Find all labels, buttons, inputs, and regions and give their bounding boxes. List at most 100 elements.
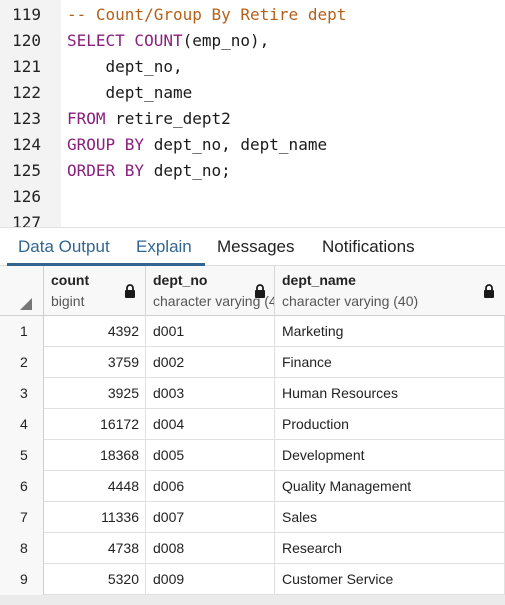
sql-keyword: GROUP BY (67, 135, 145, 154)
table-row[interactable]: 9 5320 d009 Customer Service (0, 564, 505, 595)
code-text: FROM retire_dept2 (67, 106, 231, 132)
line-number: 127 (12, 213, 41, 227)
table-row[interactable]: 5 18368 d005 Development (0, 440, 505, 471)
data-output-grid: count bigint dept_no character varying (… (0, 266, 505, 605)
line-number: 126 (12, 187, 41, 206)
table-row[interactable]: 2 3759 d002 Finance (0, 347, 505, 378)
cell-dept-no[interactable]: d009 (146, 564, 275, 595)
code-line: 126 (0, 184, 505, 210)
cell-dept-no[interactable]: d006 (146, 471, 275, 502)
tab-messages[interactable]: Messages (217, 228, 294, 266)
cell-dept-name[interactable]: Production (275, 409, 505, 440)
tab-explain[interactable]: Explain (136, 228, 192, 266)
lock-icon (255, 284, 265, 298)
table-row[interactable]: 3 3925 d003 Human Resources (0, 378, 505, 409)
cell-count[interactable]: 3759 (44, 347, 146, 378)
row-number[interactable]: 5 (0, 440, 44, 471)
code-line: 120 SELECT COUNT(emp_no), (0, 28, 505, 54)
code-line: 122 dept_name (0, 80, 505, 106)
column-header-dept-name[interactable]: dept_name character varying (40) (275, 266, 505, 316)
cell-dept-name[interactable]: Human Resources (275, 378, 505, 409)
line-number: 123 (12, 109, 41, 128)
cell-dept-no[interactable]: d003 (146, 378, 275, 409)
row-number[interactable]: 8 (0, 533, 44, 564)
table-row[interactable]: 6 4448 d006 Quality Management (0, 471, 505, 502)
column-type: bigint (51, 293, 85, 309)
cell-count[interactable]: 11336 (44, 502, 146, 533)
code-text: dept_name (67, 80, 193, 106)
cell-dept-no[interactable]: d008 (146, 533, 275, 564)
cell-dept-name[interactable]: Finance (275, 347, 505, 378)
row-number[interactable]: 1 (0, 316, 44, 347)
column-name: dept_name (282, 272, 356, 288)
column-type: character varying (40) (282, 293, 419, 309)
cell-count[interactable]: 3925 (44, 378, 146, 409)
sql-token: (emp_no), (182, 31, 270, 50)
row-number[interactable]: 2 (0, 347, 44, 378)
query-editor[interactable]: 119 -- Count/Group By Retire dept 120 SELEC… (0, 0, 505, 227)
cell-count[interactable]: 16172 (44, 409, 146, 440)
sql-keyword: FROM (67, 109, 106, 128)
code-line: 127 (0, 210, 505, 227)
line-number: 121 (12, 57, 41, 76)
cell-count[interactable]: 5320 (44, 564, 146, 595)
sql-token: dept_name (67, 83, 193, 102)
line-number: 119 (12, 5, 41, 24)
code-text: GROUP BY dept_no, dept_name (67, 132, 327, 158)
table-row[interactable]: 4 16172 d004 Production (0, 409, 505, 440)
code-text: dept_no, (67, 54, 183, 80)
column-name: dept_no (153, 272, 208, 288)
sql-token: retire_dept2 (105, 109, 231, 128)
lock-icon (125, 284, 135, 298)
code-text: SELECT COUNT(emp_no), (67, 28, 269, 54)
row-number[interactable]: 6 (0, 471, 44, 502)
code-line: 123 FROM retire_dept2 (0, 106, 505, 132)
table-row[interactable]: 8 4738 d008 Research (0, 533, 505, 564)
table-row[interactable]: 7 11336 d007 Sales (0, 502, 505, 533)
lock-icon (484, 284, 494, 298)
code-line: 125 ORDER BY dept_no; (0, 158, 505, 184)
line-number: 124 (12, 135, 41, 154)
column-header-count[interactable]: count bigint (44, 266, 146, 316)
cell-count[interactable]: 18368 (44, 440, 146, 471)
cell-dept-no[interactable]: d007 (146, 502, 275, 533)
code-text: ORDER BY dept_no; (67, 158, 231, 184)
line-number: 120 (12, 31, 41, 50)
cell-dept-name[interactable]: Sales (275, 502, 505, 533)
row-number[interactable]: 7 (0, 502, 44, 533)
line-number: 125 (12, 161, 41, 180)
cell-dept-name[interactable]: Development (275, 440, 505, 471)
cell-dept-name[interactable]: Quality Management (275, 471, 505, 502)
result-tabs: Data Output Explain Messages Notificatio… (0, 227, 505, 266)
cell-count[interactable]: 4448 (44, 471, 146, 502)
line-number: 122 (12, 83, 41, 102)
row-number[interactable]: 9 (0, 564, 44, 595)
code-line: 121 dept_no, (0, 54, 505, 80)
row-number[interactable]: 4 (0, 409, 44, 440)
grid-header: count bigint dept_no character varying (… (0, 266, 505, 316)
tab-notifications[interactable]: Notifications (322, 228, 415, 266)
tab-data-output[interactable]: Data Output (18, 228, 110, 266)
cell-dept-name[interactable]: Customer Service (275, 564, 505, 595)
cell-dept-no[interactable]: d001 (146, 316, 275, 347)
cell-count[interactable]: 4392 (44, 316, 146, 347)
sql-token: dept_no, dept_name (144, 135, 328, 154)
code-line: 119 -- Count/Group By Retire dept (0, 2, 505, 28)
sql-keyword: SELECT COUNT (67, 31, 183, 50)
table-row[interactable]: 1 4392 d001 Marketing (0, 316, 505, 347)
cell-dept-name[interactable]: Marketing (275, 316, 505, 347)
cell-count[interactable]: 4738 (44, 533, 146, 564)
sql-comment: -- Count/Group By Retire dept (67, 5, 347, 24)
sql-token: dept_no; (144, 161, 231, 180)
sql-keyword: ORDER BY (67, 161, 145, 180)
select-all-corner[interactable] (0, 266, 44, 316)
row-number[interactable]: 3 (0, 378, 44, 409)
cell-dept-no[interactable]: d005 (146, 440, 275, 471)
code-line: 124 GROUP BY dept_no, dept_name (0, 132, 505, 158)
cell-dept-no[interactable]: d002 (146, 347, 275, 378)
column-name: count (51, 272, 90, 288)
cell-dept-name[interactable]: Research (275, 533, 505, 564)
sort-corner-icon (20, 298, 32, 310)
cell-dept-no[interactable]: d004 (146, 409, 275, 440)
column-header-dept-no[interactable]: dept_no character varying (4) (146, 266, 275, 316)
